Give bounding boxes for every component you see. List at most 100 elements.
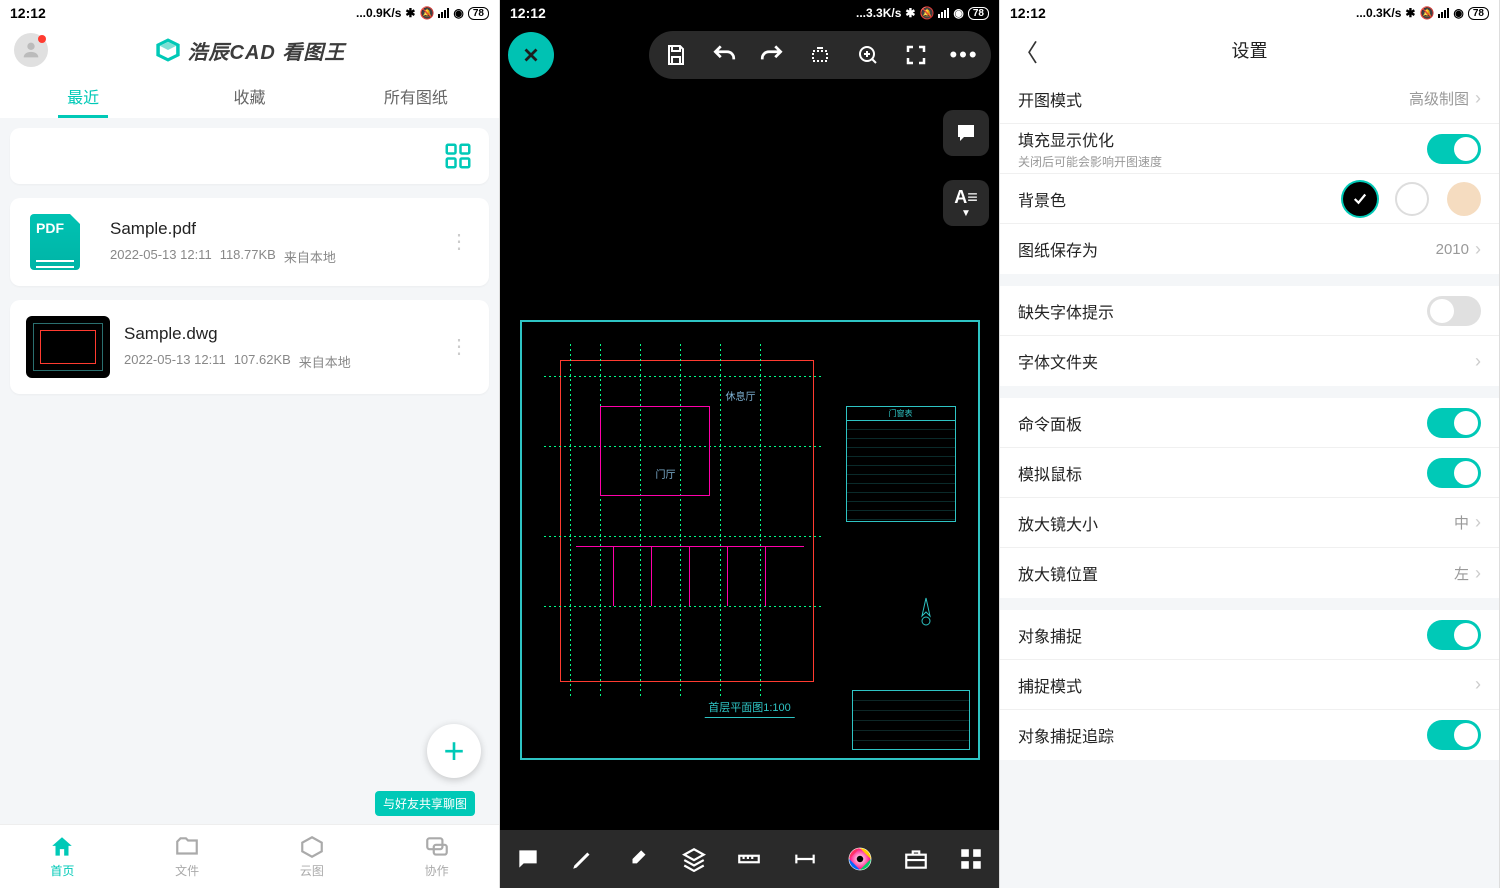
color-black[interactable]	[1343, 182, 1377, 216]
page-title: 设置	[1232, 37, 1268, 63]
row-font-folder[interactable]: 字体文件夹 ›	[1000, 336, 1499, 386]
toggle-cmd-panel[interactable]	[1427, 408, 1481, 438]
nav-files[interactable]: 文件	[125, 825, 250, 888]
row-open-mode[interactable]: 开图模式 高级制图 ›	[1000, 74, 1499, 124]
status-net: ...0.9K/s	[356, 6, 401, 20]
row-missing-font[interactable]: 缺失字体提示	[1000, 286, 1499, 336]
mute-icon: 🔕	[1419, 6, 1434, 20]
text-style-button[interactable]: A≡▼	[943, 180, 989, 226]
row-fill-optimize[interactable]: 填充显示优化 关闭后可能会影响开图速度	[1000, 124, 1499, 174]
avatar-button[interactable]	[14, 33, 48, 67]
toggle-fill-optimize[interactable]	[1427, 134, 1481, 164]
grid-view-icon[interactable]	[443, 141, 473, 171]
chevron-right-icon: ›	[1475, 563, 1481, 584]
app-title: 浩辰CAD 看图王	[188, 36, 346, 65]
comment-button[interactable]	[943, 110, 989, 156]
annotate-icon[interactable]	[513, 844, 543, 874]
tab-recent[interactable]: 最近	[0, 74, 166, 118]
add-fab-button[interactable]: +	[427, 724, 481, 778]
chevron-right-icon: ›	[1475, 674, 1481, 695]
close-button[interactable]	[508, 32, 554, 78]
toggle-sim-mouse[interactable]	[1427, 458, 1481, 488]
settings-body[interactable]: 开图模式 高级制图 › 填充显示优化 关闭后可能会影响开图速度 背景色	[1000, 74, 1499, 888]
bottom-nav: 首页 文件 云图 协作	[0, 824, 499, 888]
tab-bar: 最近 收藏 所有图纸	[0, 74, 499, 118]
file-list-body: PDF Sample.pdf 2022-05-13 12:11118.77KB来…	[0, 118, 499, 824]
bg-color-options	[1343, 182, 1481, 216]
color-white[interactable]	[1395, 182, 1429, 216]
app-logo: 浩辰CAD 看图王	[154, 36, 346, 65]
room-label: 休息厅	[726, 388, 756, 403]
status-bar: 12:12 ...3.3K/s ✱ 🔕 ◉ 78	[500, 0, 999, 26]
dimension-icon[interactable]	[790, 844, 820, 874]
row-magnifier-size[interactable]: 放大镜大小 中 ›	[1000, 498, 1499, 548]
bluetooth-icon: ✱	[905, 6, 915, 20]
row-magnifier-pos[interactable]: 放大镜位置 左 ›	[1000, 548, 1499, 598]
drawing-caption: 首层平面图1:100	[704, 699, 795, 718]
signal-icon	[438, 8, 449, 18]
select-icon[interactable]	[805, 40, 835, 70]
viewer-top-bar: •••	[500, 26, 999, 84]
toolbox-icon[interactable]	[901, 844, 931, 874]
chevron-right-icon: ›	[1475, 351, 1481, 372]
status-net: ...3.3K/s	[856, 6, 901, 20]
chevron-right-icon: ›	[1475, 88, 1481, 109]
apps-icon[interactable]	[956, 844, 986, 874]
toggle-object-snap[interactable]	[1427, 620, 1481, 650]
redo-icon[interactable]	[757, 40, 787, 70]
row-snap-mode[interactable]: 捕捉模式 ›	[1000, 660, 1499, 710]
chevron-right-icon: ›	[1475, 512, 1481, 533]
share-tip: 与好友共享聊图	[375, 791, 475, 816]
wifi-icon: ◉	[953, 6, 963, 20]
zoom-extent-icon[interactable]	[853, 40, 883, 70]
edit-icon[interactable]	[624, 844, 654, 874]
color-wheel-icon[interactable]	[845, 844, 875, 874]
color-beige[interactable]	[1447, 182, 1481, 216]
nav-collab[interactable]: 协作	[374, 825, 499, 888]
file-more-icon[interactable]: ⋮	[445, 240, 473, 245]
layers-icon[interactable]	[679, 844, 709, 874]
measure-icon[interactable]	[734, 844, 764, 874]
north-arrow-icon	[916, 596, 936, 626]
status-net: ...0.3K/s	[1356, 6, 1401, 20]
tab-all-drawings[interactable]: 所有图纸	[333, 74, 499, 118]
toggle-snap-track[interactable]	[1427, 720, 1481, 750]
row-cmd-panel[interactable]: 命令面板	[1000, 398, 1499, 448]
row-sim-mouse[interactable]: 模拟鼠标	[1000, 448, 1499, 498]
row-save-as[interactable]: 图纸保存为 2010 ›	[1000, 224, 1499, 274]
tab-favorites[interactable]: 收藏	[166, 74, 332, 118]
back-button[interactable]: 〈	[1014, 33, 1038, 68]
row-snap-track[interactable]: 对象捕捉追踪	[1000, 710, 1499, 760]
drawing-frame: 休息厅 门厅 门窗表 首层平面图1:100	[520, 320, 980, 760]
file-row[interactable]: PDF Sample.pdf 2022-05-13 12:11118.77KB来…	[10, 198, 489, 286]
file-row[interactable]: Sample.dwg 2022-05-13 12:11107.62KB来自本地 …	[10, 300, 489, 394]
row-bg-color[interactable]: 背景色	[1000, 174, 1499, 224]
viewer-toolbar: •••	[649, 31, 991, 79]
mute-icon: 🔕	[919, 6, 934, 20]
file-name: Sample.pdf	[110, 219, 445, 239]
battery-icon: 78	[1468, 7, 1489, 20]
cad-canvas[interactable]: 休息厅 门厅 门窗表 首层平面图1:100	[500, 252, 999, 828]
toggle-missing-font[interactable]	[1427, 296, 1481, 326]
save-icon[interactable]	[661, 40, 691, 70]
status-time: 12:12	[1010, 5, 1046, 21]
search-row[interactable]	[10, 128, 489, 184]
dwg-thumb-icon	[26, 316, 110, 378]
nav-cloud[interactable]: 云图	[250, 825, 375, 888]
file-meta: 2022-05-13 12:11107.62KB来自本地	[124, 352, 445, 371]
chevron-right-icon: ›	[1475, 239, 1481, 260]
nav-home[interactable]: 首页	[0, 825, 125, 888]
mute-icon: 🔕	[419, 6, 434, 20]
room-label: 门厅	[656, 466, 676, 481]
more-icon[interactable]: •••	[949, 40, 979, 70]
status-time: 12:12	[510, 5, 546, 21]
pencil-icon[interactable]	[568, 844, 598, 874]
fullscreen-icon[interactable]	[901, 40, 931, 70]
screen-cad-viewer: 12:12 ...3.3K/s ✱ 🔕 ◉ 78 ••• A≡▼	[500, 0, 1000, 888]
undo-icon[interactable]	[709, 40, 739, 70]
wifi-icon: ◉	[1453, 6, 1463, 20]
row-object-snap[interactable]: 对象捕捉	[1000, 610, 1499, 660]
status-bar: 12:12 ...0.9K/s ✱ 🔕 ◉ 78	[0, 0, 499, 26]
settings-header: 〈 设置	[1000, 26, 1499, 74]
file-more-icon[interactable]: ⋮	[445, 345, 473, 350]
